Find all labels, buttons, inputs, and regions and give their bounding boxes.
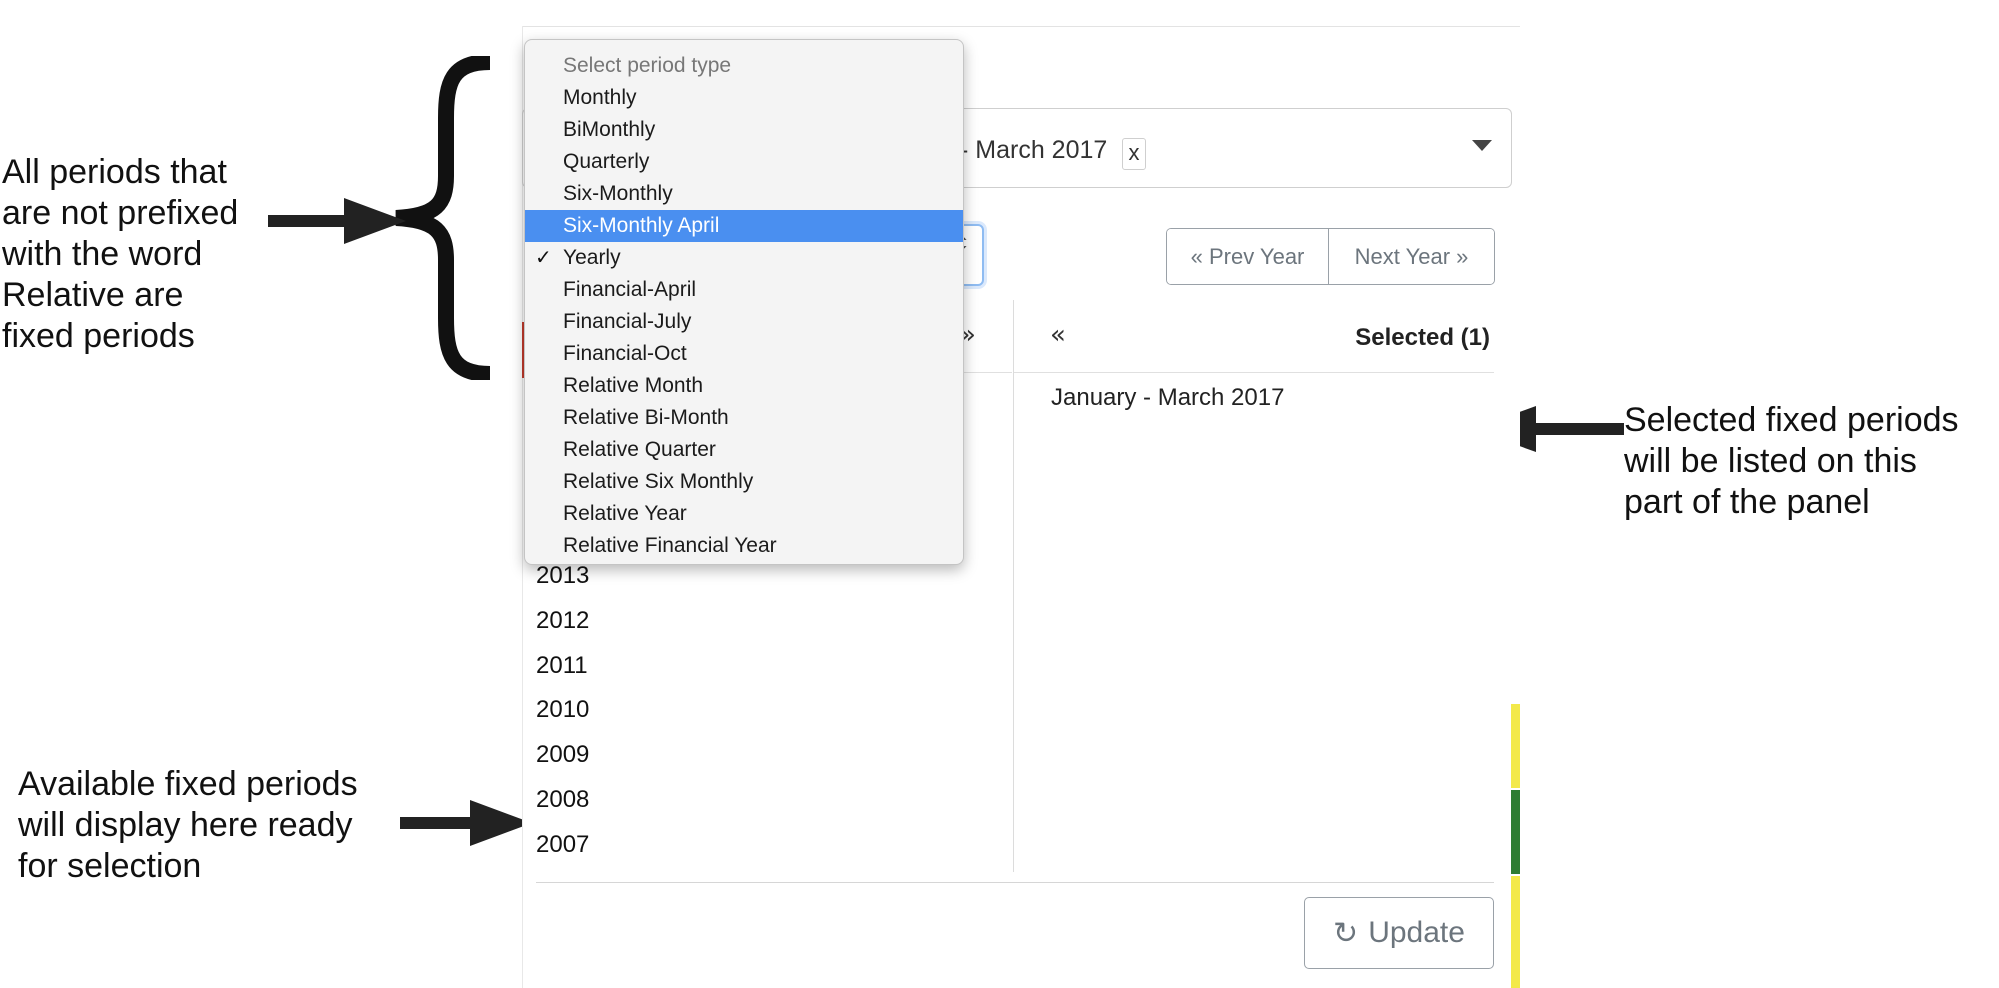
panel-top-border <box>522 26 1520 27</box>
dropdown-option-highlighted[interactable]: Six-Monthly April <box>525 210 963 242</box>
dropdown-option[interactable]: Relative Month <box>525 370 963 402</box>
selected-periods-list: January - March 2017 <box>1051 380 1284 416</box>
dropdown-option[interactable]: Financial-July <box>525 306 963 338</box>
next-year-button[interactable]: Next Year » <box>1329 229 1494 284</box>
period-type-dropdown: Select period type Monthly BiMonthly Qua… <box>524 39 964 565</box>
dropdown-option[interactable]: Relative Year <box>525 498 963 530</box>
remove-all-button[interactable]: « <box>1050 320 1066 350</box>
list-item[interactable]: 2008 <box>536 780 589 825</box>
dropdown-option[interactable]: Relative Bi-Month <box>525 402 963 434</box>
selected-count-label: Selected (1) <box>1355 324 1490 351</box>
dropdown-option[interactable]: BiMonthly <box>525 114 963 146</box>
update-button[interactable]: ↻ Update <box>1304 897 1494 969</box>
side-strip-yellow <box>1511 704 1520 788</box>
column-divider <box>1013 300 1014 872</box>
list-item[interactable]: 2011 <box>536 646 589 691</box>
list-item[interactable]: 2012 <box>536 601 589 646</box>
arrow-right-icon <box>400 800 532 846</box>
list-item[interactable]: January - March 2017 <box>1051 380 1284 416</box>
dropdown-option[interactable]: Relative Financial Year <box>525 530 963 562</box>
refresh-icon: ↻ <box>1333 916 1359 950</box>
dropdown-option-selected[interactable]: ✓ Yearly <box>525 242 963 274</box>
dropdown-option[interactable]: Financial-April <box>525 274 963 306</box>
prev-year-button[interactable]: « Prev Year <box>1167 229 1329 284</box>
list-item[interactable]: 2010 <box>536 690 589 735</box>
dropdown-option[interactable]: Six-Monthly <box>525 178 963 210</box>
dropdown-option[interactable]: Monthly <box>525 82 963 114</box>
check-icon: ✓ <box>535 247 552 269</box>
footer-divider <box>536 882 1494 883</box>
arrow-right-icon <box>268 198 406 244</box>
fixed-periods-annotation: All periods that are not prefixed with t… <box>2 153 239 355</box>
side-strip-yellow <box>1511 876 1520 988</box>
dropdown-option[interactable]: Financial-Oct <box>525 338 963 370</box>
selected-periods-annotation: Selected fixed periods will be listed on… <box>1624 401 1959 521</box>
chevron-down-icon[interactable] <box>1472 140 1492 151</box>
tag-remove-button[interactable]: x <box>1122 138 1146 170</box>
dropdown-option[interactable]: Relative Quarter <box>525 434 963 466</box>
side-strip-green <box>1511 790 1520 874</box>
dropdown-option[interactable]: Quarterly <box>525 146 963 178</box>
available-periods-annotation: Available fixed periods will display her… <box>18 765 358 885</box>
list-item[interactable]: 2009 <box>536 735 589 780</box>
year-navigation: « Prev Year Next Year » <box>1166 228 1495 285</box>
list-item[interactable]: 2007 <box>536 825 589 870</box>
dropdown-option[interactable]: Relative Six Monthly <box>525 466 963 498</box>
selected-period-tag: - March 2017 <box>960 136 1108 164</box>
dropdown-placeholder: Select period type <box>563 54 732 77</box>
update-button-label: Update <box>1368 916 1465 949</box>
dropdown-option-label: Yearly <box>563 246 621 269</box>
available-periods-list: 2013 2012 2011 2010 2009 2008 2007 <box>536 556 589 870</box>
